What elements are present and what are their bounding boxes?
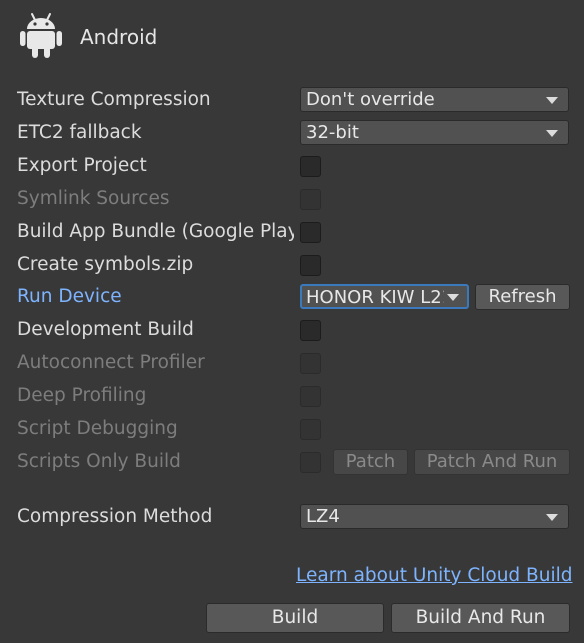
- refresh-button[interactable]: Refresh: [475, 284, 570, 310]
- patch-and-run-button: Patch And Run: [414, 449, 570, 475]
- export-project-checkbox[interactable]: [300, 156, 321, 177]
- platform-title: Android: [80, 25, 158, 49]
- compression-method-label: Compression Method: [17, 506, 213, 527]
- script-debugging-checkbox: [300, 419, 321, 440]
- symlink-sources-checkbox: [300, 189, 321, 210]
- etc2-fallback-value: 32-bit: [306, 122, 359, 143]
- scripts-only-build-checkbox: [300, 452, 321, 473]
- scripts-only-build-label: Scripts Only Build: [17, 451, 181, 472]
- autoconnect-profiler-checkbox: [300, 353, 321, 374]
- platform-header: Android: [20, 12, 158, 62]
- texture-compression-row: Texture Compression Don't override: [0, 85, 584, 115]
- run-device-label: Run Device: [17, 286, 122, 307]
- export-project-row: Export Project: [0, 151, 584, 181]
- symlink-sources-row: Symlink Sources: [0, 184, 584, 214]
- create-symbols-checkbox[interactable]: [300, 255, 321, 276]
- texture-compression-label: Texture Compression: [17, 89, 211, 110]
- development-build-checkbox[interactable]: [300, 320, 321, 341]
- etc2-fallback-dropdown[interactable]: 32-bit: [300, 120, 569, 145]
- android-icon: [20, 12, 62, 62]
- script-debugging-label: Script Debugging: [17, 418, 178, 439]
- build-button[interactable]: Build: [206, 603, 384, 633]
- compression-method-value: LZ4: [306, 506, 340, 527]
- development-build-label: Development Build: [17, 319, 194, 340]
- build-and-run-button[interactable]: Build And Run: [391, 603, 570, 633]
- run-device-value: HONOR KIW L21: [306, 287, 444, 308]
- run-device-row: Run Device HONOR KIW L21 Refresh: [0, 282, 584, 312]
- etc2-fallback-row: ETC2 fallback 32-bit: [0, 118, 584, 148]
- run-device-dropdown[interactable]: HONOR KIW L21: [300, 284, 469, 309]
- chevron-down-icon: [546, 130, 558, 137]
- deep-profiling-row: Deep Profiling: [0, 381, 584, 411]
- symlink-sources-label: Symlink Sources: [17, 188, 170, 209]
- compression-method-row: Compression Method LZ4: [0, 502, 584, 532]
- create-symbols-label: Create symbols.zip: [17, 254, 194, 275]
- texture-compression-value: Don't override: [306, 89, 435, 110]
- deep-profiling-label: Deep Profiling: [17, 385, 147, 406]
- deep-profiling-checkbox: [300, 386, 321, 407]
- script-debugging-row: Script Debugging: [0, 414, 584, 444]
- chevron-down-icon: [546, 97, 558, 104]
- chevron-down-icon: [546, 514, 558, 521]
- build-app-bundle-row: Build App Bundle (Google Play): [0, 217, 584, 247]
- create-symbols-row: Create symbols.zip: [0, 250, 584, 280]
- chevron-down-icon: [447, 294, 459, 301]
- scripts-only-build-row: Scripts Only Build Patch Patch And Run: [0, 447, 584, 477]
- build-app-bundle-label: Build App Bundle (Google Play): [17, 221, 294, 242]
- patch-button: Patch: [333, 449, 408, 475]
- development-build-row: Development Build: [0, 315, 584, 345]
- autoconnect-profiler-label: Autoconnect Profiler: [17, 352, 205, 373]
- cloud-build-link[interactable]: Learn about Unity Cloud Build: [296, 565, 573, 586]
- texture-compression-dropdown[interactable]: Don't override: [300, 87, 569, 112]
- build-app-bundle-checkbox[interactable]: [300, 222, 321, 243]
- autoconnect-profiler-row: Autoconnect Profiler: [0, 348, 584, 378]
- export-project-label: Export Project: [17, 155, 147, 176]
- compression-method-dropdown[interactable]: LZ4: [300, 504, 569, 529]
- etc2-fallback-label: ETC2 fallback: [17, 122, 142, 143]
